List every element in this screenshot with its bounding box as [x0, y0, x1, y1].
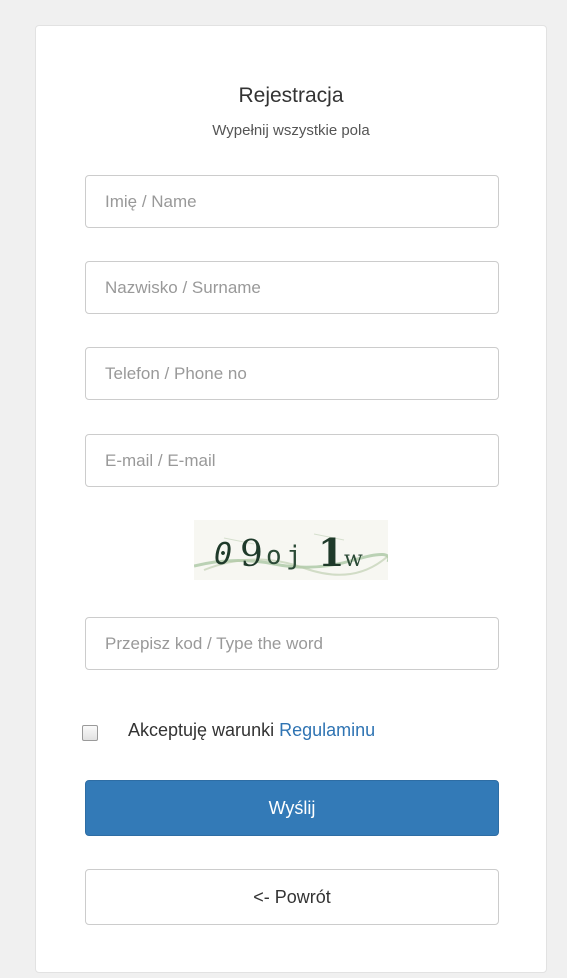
phone-input[interactable]	[85, 347, 499, 400]
captcha-char: w	[344, 547, 363, 572]
registration-panel: Rejestracja Wypełnij wszystkie pola 0 9 …	[35, 25, 547, 973]
terms-row: Akceptuję warunki Regulaminu	[82, 719, 512, 745]
captcha-image: 0 9 o j 1 w	[194, 520, 388, 580]
submit-button[interactable]: Wyślij	[85, 780, 499, 836]
form-subtitle: Wypełnij wszystkie pola	[212, 122, 370, 139]
terms-link[interactable]: Regulaminu	[279, 720, 375, 740]
captcha-graphic: 0 9 o j 1 w	[194, 530, 388, 576]
captcha-char: 0	[214, 537, 232, 572]
captcha-char: o	[266, 541, 282, 571]
terms-label: Akceptuję warunki Regulaminu	[128, 720, 375, 741]
back-button[interactable]: <- Powrót	[85, 869, 499, 925]
captcha-char: 9	[240, 534, 263, 575]
form-title: Rejestracja	[238, 84, 344, 107]
name-input[interactable]	[85, 175, 499, 228]
terms-checkbox[interactable]	[82, 725, 98, 741]
terms-label-text: Akceptuję warunki	[128, 720, 280, 740]
surname-input[interactable]	[85, 261, 499, 314]
captcha-char: 1	[318, 530, 344, 575]
email-input[interactable]	[85, 434, 499, 487]
captcha-input[interactable]	[85, 617, 499, 670]
captcha-char: j	[286, 541, 302, 571]
